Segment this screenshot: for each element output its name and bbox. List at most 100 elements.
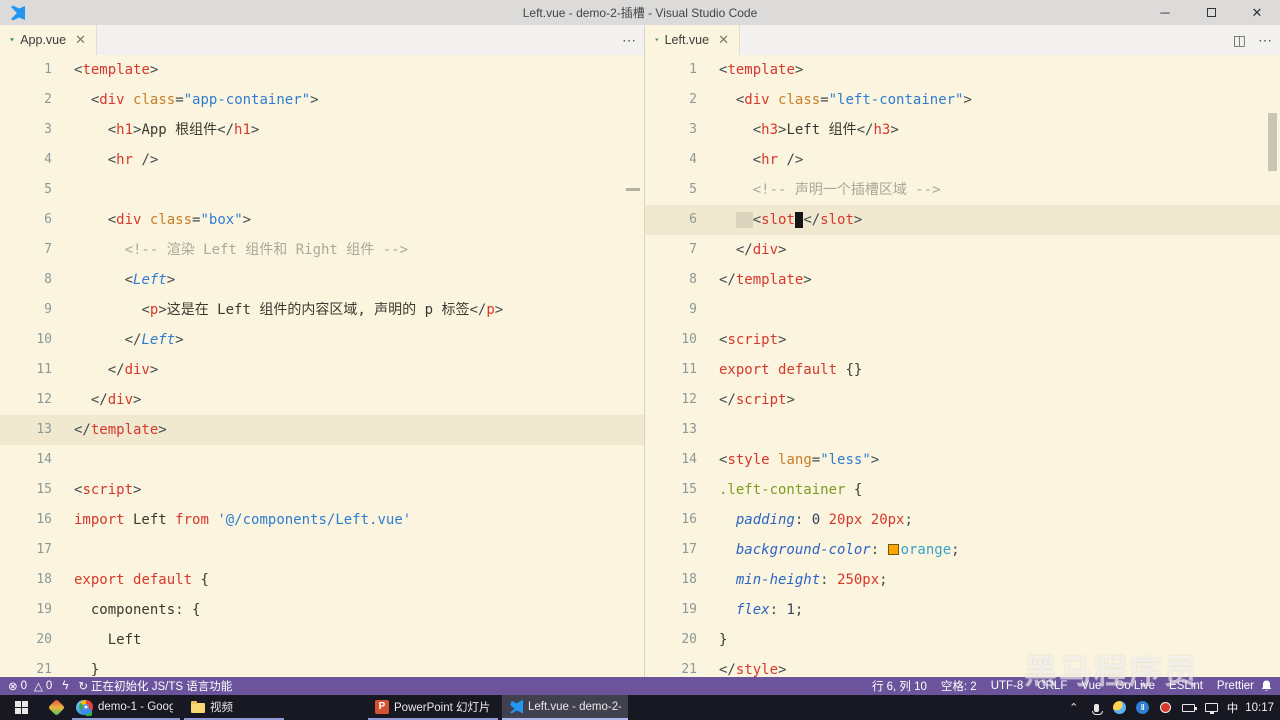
clock[interactable]: 10:17	[1245, 702, 1274, 714]
monitor-icon[interactable]	[1204, 700, 1220, 716]
code-line[interactable]: 9	[645, 295, 1280, 325]
notifications-bell-icon[interactable]	[1261, 680, 1272, 695]
tab-label: App.vue	[20, 33, 67, 47]
taskbar-button-powerpoint[interactable]: P PowerPoint 幻灯片...	[368, 695, 498, 720]
code-line[interactable]: 20 Left	[0, 625, 644, 655]
code-text: <div class="box">	[107, 212, 252, 228]
line-number: 15	[36, 482, 52, 497]
code-line[interactable]: 2 <div class="app-container">	[0, 85, 644, 115]
record-icon[interactable]	[1158, 700, 1174, 716]
editor-left-vue[interactable]: 1 <template> 2 <div class="left-container"…	[644, 55, 1280, 677]
taskbar-button-chrome[interactable]: demo-1 - Google C...	[72, 695, 180, 720]
line-number: 9	[689, 302, 697, 317]
code-line[interactable]: 11 export default {}	[645, 355, 1280, 385]
status-item[interactable]: Prettier	[1217, 680, 1254, 692]
line-number: 5	[689, 182, 697, 197]
code-text: components: {	[74, 602, 201, 618]
code-line[interactable]: 5 <!-- 声明一个插槽区域 -->	[645, 175, 1280, 205]
line-number: 10	[681, 332, 697, 347]
weather-icon[interactable]	[1112, 700, 1128, 716]
pause-circle-icon[interactable]: ‖	[1135, 700, 1151, 716]
split-editor-icon[interactable]: ◫	[1233, 32, 1246, 49]
status-item[interactable]: 空格: 2	[941, 678, 977, 694]
microphone-icon[interactable]	[1089, 700, 1105, 716]
code-line[interactable]: 8 <Left>	[0, 265, 644, 295]
code-line[interactable]: 7 <!-- 渲染 Left 组件和 Right 组件 -->	[0, 235, 644, 265]
code-line[interactable]: 10 <script>	[645, 325, 1280, 355]
code-line[interactable]: 2 <div class="left-container">	[645, 85, 1280, 115]
line-number: 5	[44, 182, 52, 197]
more-actions-icon[interactable]: ⋯	[622, 32, 636, 49]
code-line[interactable]: 16 import Left from '@/components/Left.vu…	[0, 505, 644, 535]
line-number: 14	[36, 452, 52, 467]
line-number: 17	[681, 542, 697, 557]
color-swatch-icon[interactable]	[887, 544, 899, 555]
code-text: <style lang="less">	[719, 452, 880, 468]
code-line[interactable]: 13	[645, 415, 1280, 445]
line-number: 8	[44, 272, 52, 287]
code-text: <template>	[719, 62, 804, 78]
code-line[interactable]: 6 <div class="box">	[0, 205, 644, 235]
code-text: <script>	[74, 482, 142, 498]
code-line[interactable]: 12 </script>	[645, 385, 1280, 415]
code-line[interactable]: 21 }	[0, 655, 644, 677]
lightning-icon[interactable]: ϟ	[62, 680, 68, 692]
code-line[interactable]: 12 </div>	[0, 385, 644, 415]
code-line[interactable]: 17 background-color: orange;	[645, 535, 1280, 565]
code-line[interactable]: 1 <template>	[645, 55, 1280, 85]
tab-left-vue[interactable]: Left.vue ✕	[645, 25, 740, 55]
code-line[interactable]: 4 <hr />	[0, 145, 644, 175]
start-button[interactable]	[0, 695, 42, 720]
tab-app-vue[interactable]: App.vue ✕	[0, 25, 97, 55]
close-window-button[interactable]: ✕	[1234, 0, 1280, 25]
restore-button[interactable]	[1188, 0, 1234, 25]
taskbar-button-vscode[interactable]: Left.vue - demo-2-...	[502, 695, 628, 720]
taskbar-button-folder[interactable]: 视频	[184, 695, 284, 720]
taskbar-button-label: Left.vue - demo-2-...	[528, 700, 621, 713]
code-line[interactable]: 15 .left-container {	[645, 475, 1280, 505]
status-item[interactable]: 行 6, 列 10	[872, 678, 927, 694]
ime-indicator[interactable]: 中	[1227, 700, 1239, 716]
line-number: 18	[36, 572, 52, 587]
code-line[interactable]: 13 </template>	[0, 415, 644, 445]
system-tray: ⌃ ‖ 中 10:17	[1066, 695, 1280, 720]
code-line[interactable]: 16 padding: 0 20px 20px;	[645, 505, 1280, 535]
code-line[interactable]: 6 <slot></slot>	[645, 205, 1280, 235]
battery-icon[interactable]	[1181, 700, 1198, 716]
code-line[interactable]: 14	[0, 445, 644, 475]
status-item[interactable]: UTF-8	[991, 680, 1024, 692]
code-text: min-height: 250px;	[735, 572, 888, 588]
code-line[interactable]: 1 <template>	[0, 55, 644, 85]
code-line[interactable]: 10 </Left>	[0, 325, 644, 355]
code-line[interactable]: 3 <h1>App 根组件</h1>	[0, 115, 644, 145]
minimize-button[interactable]: ─	[1142, 0, 1188, 25]
line-number: 1	[689, 62, 697, 77]
code-line[interactable]: 14 <style lang="less">	[645, 445, 1280, 475]
code-line[interactable]: 8 </template>	[645, 265, 1280, 295]
code-line[interactable]: 4 <hr />	[645, 145, 1280, 175]
code-line[interactable]: 17	[0, 535, 644, 565]
code-line[interactable]: 18 export default {	[0, 565, 644, 595]
close-tab-icon[interactable]: ✕	[75, 32, 86, 48]
code-line[interactable]: 9 <p>这是在 Left 组件的内容区域, 声明的 p 标签</p>	[0, 295, 644, 325]
code-line[interactable]: 18 min-height: 250px;	[645, 565, 1280, 595]
close-tab-icon[interactable]: ✕	[718, 32, 729, 48]
code-line[interactable]: 5	[0, 175, 644, 205]
tray-chevron-up-icon[interactable]: ⌃	[1066, 700, 1082, 716]
code-line[interactable]: 11 </div>	[0, 355, 644, 385]
code-text: <h3>Left 组件</h3>	[752, 122, 899, 138]
vscode-window: Left.vue - demo-2-插槽 - Visual Studio Cod…	[0, 0, 1280, 720]
code-line[interactable]: 15 <script>	[0, 475, 644, 505]
code-line[interactable]: 19 flex: 1;	[645, 595, 1280, 625]
line-number: 20	[681, 632, 697, 647]
editor-app-vue[interactable]: 1 <template> 2 <div class="app-container">…	[0, 55, 644, 677]
problems-indicator[interactable]: ⊗ 0 △ 0	[8, 679, 52, 693]
code-line[interactable]: 19 components: {	[0, 595, 644, 625]
code-line[interactable]: 7 </div>	[645, 235, 1280, 265]
quick-launch-app-icon[interactable]	[48, 699, 65, 716]
line-number: 15	[681, 482, 697, 497]
language-init-status[interactable]: ↻ 正在初始化 JS/TS 语言功能	[78, 678, 232, 694]
code-line[interactable]: 3 <h3>Left 组件</h3>	[645, 115, 1280, 145]
code-text: </div>	[735, 242, 787, 258]
more-actions-icon[interactable]: ⋯	[1258, 32, 1272, 49]
